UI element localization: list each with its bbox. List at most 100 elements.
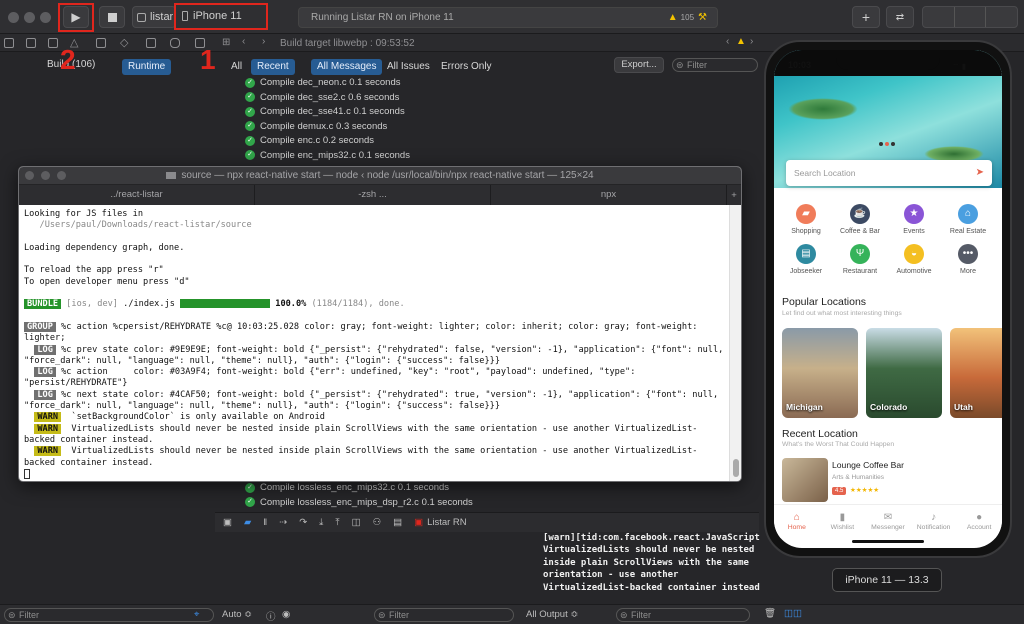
compile-log-row[interactable]: ✓ Compile dec_sse41.c 0.1 seconds xyxy=(245,106,405,117)
terminal-tab[interactable]: ../react-listar xyxy=(19,185,255,205)
tab-notification[interactable]: ♪ Notification xyxy=(911,512,957,531)
tab-home[interactable]: ⌂ Home xyxy=(774,512,820,531)
variables-filter-field[interactable]: ⊜ Filter xyxy=(374,608,514,622)
debug-area-toggle-icon[interactable] xyxy=(955,7,987,27)
compile-log-row[interactable]: ✓ Compile enc.c 0.2 seconds xyxy=(245,135,374,146)
symbol-icon[interactable] xyxy=(48,38,58,48)
filter-errors-only[interactable]: Errors Only xyxy=(441,61,492,72)
location-card-utah[interactable]: Utah xyxy=(950,328,1002,418)
compile-log-row[interactable]: ✓ Compile dec_sse2.c 0.6 seconds xyxy=(245,92,399,103)
device-selector[interactable]: iPhone 11 xyxy=(182,10,242,22)
console-filter-field[interactable]: ⊜ Filter xyxy=(616,608,750,622)
stop-button[interactable] xyxy=(99,6,125,28)
source-control-icon[interactable] xyxy=(26,38,36,48)
compile-log-text: Compile enc_mips32.c 0.1 seconds xyxy=(260,149,410,161)
close-window-button[interactable] xyxy=(8,12,19,23)
trash-icon[interactable]: 🗑 xyxy=(764,608,776,619)
output-select[interactable]: All Output ≎ xyxy=(526,609,578,620)
scheme-label: listar xyxy=(150,11,174,23)
zoom-window-button[interactable] xyxy=(40,12,51,23)
build-filter-field[interactable]: ⊜ Filter xyxy=(672,58,758,72)
new-tab-plus-icon[interactable]: + xyxy=(727,190,741,201)
compile-log-row[interactable]: ✓ Compile enc_mips32.c 0.1 seconds xyxy=(245,150,410,161)
chevron-right-icon[interactable]: › xyxy=(750,36,753,47)
terminal-close-button[interactable] xyxy=(25,171,34,180)
compile-log-row[interactable]: ✓ Compile lossless_enc_mips_dsp_r2.c 0.1 … xyxy=(245,497,473,508)
folder-icon[interactable] xyxy=(4,38,14,48)
library-button[interactable]: + xyxy=(852,6,880,28)
hierarchy-filter-icon[interactable]: ⌖ xyxy=(194,609,199,620)
build-filter-placeholder: Filter xyxy=(687,60,707,70)
tab-messenger[interactable]: ✉ Messenger xyxy=(865,512,911,531)
issue-warning-icon[interactable]: ▲ xyxy=(736,36,746,47)
debug-icon[interactable] xyxy=(146,38,156,48)
search-input[interactable]: Search Location ➤ xyxy=(786,160,992,186)
runtime-tab[interactable]: Runtime xyxy=(122,59,172,75)
split-view-icon[interactable]: ◫◫ xyxy=(784,608,802,619)
recent-category: Arts & Humanities xyxy=(832,474,885,481)
minimize-window-button[interactable] xyxy=(24,12,35,23)
tab-label: Messenger xyxy=(871,524,905,531)
view-hierarchy-icon[interactable]: ◫ xyxy=(352,517,361,528)
success-check-icon: ✓ xyxy=(245,106,255,117)
scheme-selector[interactable]: listar xyxy=(132,6,176,28)
recent-name[interactable]: Lounge Coffee Bar xyxy=(832,460,904,470)
category-cup[interactable]: ☕ Coffee & Bar xyxy=(834,204,886,235)
find-icon[interactable] xyxy=(96,38,106,48)
continue-icon[interactable]: ⇢ xyxy=(279,517,287,528)
category-briefcase[interactable]: ▤ Jobseeker xyxy=(780,244,832,275)
variables-scope-select[interactable]: Auto ≎ xyxy=(222,609,252,620)
hide-debug-icon[interactable]: ▣ xyxy=(223,517,232,528)
terminal-cursor[interactable] xyxy=(24,468,30,479)
terminal-zoom-button[interactable] xyxy=(57,171,66,180)
terminal-tab[interactable]: -zsh ... xyxy=(255,185,491,205)
info-icon[interactable]: ⓘ xyxy=(266,609,276,623)
terminal-minimize-button[interactable] xyxy=(41,171,50,180)
memory-graph-icon[interactable]: ⚇ xyxy=(373,517,382,528)
scroll-thumb[interactable] xyxy=(733,459,739,477)
category-fork[interactable]: Ψ Restaurant xyxy=(834,244,886,275)
category-bag[interactable]: ▰ Shopping xyxy=(780,204,832,235)
category-dots[interactable]: ••• More xyxy=(942,244,994,275)
compile-log-row[interactable]: ✓ Compile demux.c 0.3 seconds xyxy=(245,121,387,132)
compile-log-row[interactable]: ✓ Compile lossless_enc_mips32.c 0.1 secon… xyxy=(245,482,449,493)
grid-icon[interactable]: ⊞ xyxy=(222,37,230,48)
back-icon[interactable]: ‹ xyxy=(242,36,245,47)
code-review-button[interactable]: ⇄ xyxy=(886,6,914,28)
category-car[interactable]: ◒ Automotive xyxy=(888,244,940,275)
step-over-icon[interactable]: ↷ xyxy=(299,517,307,528)
breakpoint-icon[interactable] xyxy=(170,38,180,48)
category-star[interactable]: ★ Events xyxy=(888,204,940,235)
breakpoints-toggle-icon[interactable]: ▰ xyxy=(244,517,251,528)
eye-icon[interactable]: ◉ xyxy=(282,609,290,620)
term-line: To open developer menu press "d" xyxy=(24,276,190,287)
run-button[interactable]: ▶ xyxy=(63,6,89,28)
panel-toggles xyxy=(922,6,1018,28)
recent-thumbnail[interactable] xyxy=(782,458,828,502)
test-icon[interactable]: ◇ xyxy=(120,36,128,49)
pause-icon[interactable]: ‖ xyxy=(263,517,267,528)
forward-icon[interactable]: › xyxy=(262,36,265,47)
filter-all[interactable]: All xyxy=(231,61,242,72)
tab-wishlist[interactable]: ▮ Wishlist xyxy=(820,512,866,531)
inspector-toggle-icon[interactable] xyxy=(986,7,1017,27)
environment-icon[interactable]: ▤ xyxy=(393,517,402,528)
step-into-icon[interactable]: ⤓ xyxy=(319,517,323,528)
navigator-toggle-icon[interactable] xyxy=(923,7,955,27)
location-card-colorado[interactable]: Colorado xyxy=(866,328,942,418)
navigator-filter-field[interactable]: ⊜ Filter xyxy=(4,608,214,622)
location-card-michigan[interactable]: Michigan xyxy=(782,328,858,418)
terminal-tab[interactable]: npx xyxy=(491,185,727,205)
export-button[interactable]: Export... xyxy=(614,57,664,73)
step-out-icon[interactable]: ⤒ xyxy=(335,517,339,528)
breadcrumb[interactable]: Build target libwebp : 09:53:52 xyxy=(280,38,415,49)
filter-all-messages[interactable]: All Messages xyxy=(311,59,383,75)
compile-log-row[interactable]: ✓ Compile dec_neon.c 0.1 seconds xyxy=(245,77,400,88)
chevron-left-icon[interactable]: ‹ xyxy=(726,36,729,47)
location-arrow-icon[interactable]: ➤ xyxy=(976,160,984,186)
category-home[interactable]: ⌂ Real Estate xyxy=(942,204,994,235)
terminal-scrollbar[interactable] xyxy=(729,205,741,481)
tab-account[interactable]: ● Account xyxy=(956,512,1002,531)
filter-all-issues[interactable]: All Issues xyxy=(387,61,430,72)
filter-recent[interactable]: Recent xyxy=(251,59,295,75)
